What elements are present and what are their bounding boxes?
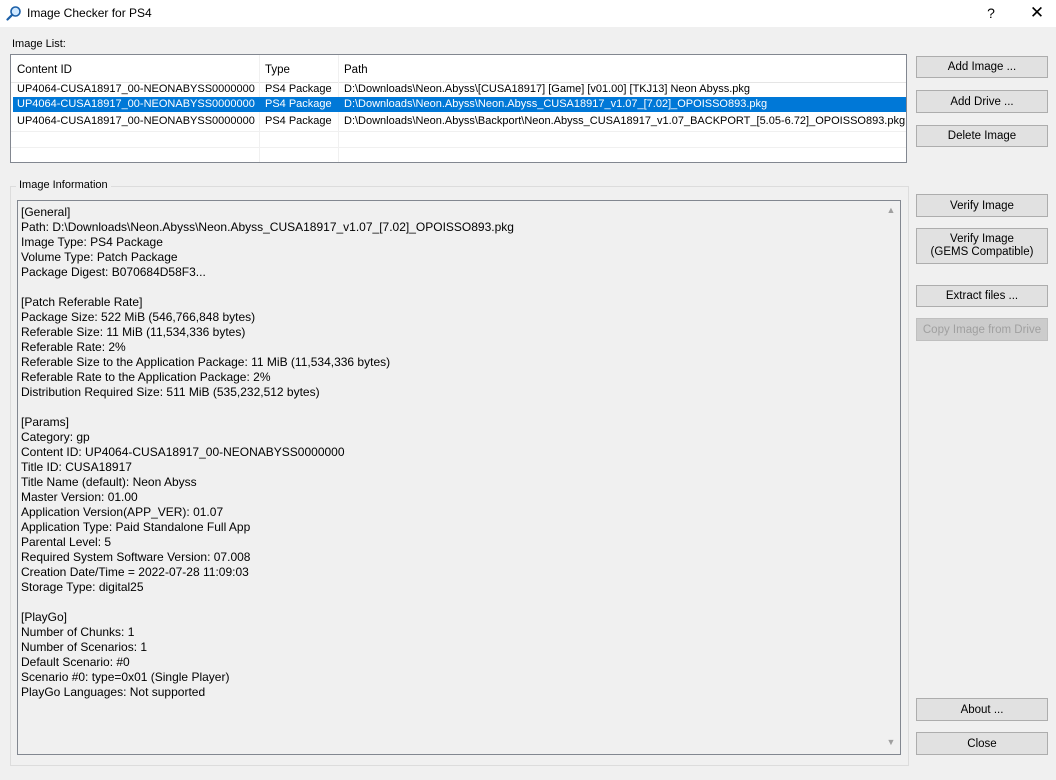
cell-path: D:\Downloads\Neon.Abyss\Neon.Abyss_CUSA1… (344, 98, 768, 110)
image-list[interactable]: Content ID Type Path UP4064-CUSA18917_00… (10, 54, 907, 163)
row-divider (11, 131, 906, 132)
close-button[interactable]: Close (916, 732, 1048, 755)
verify-gems-line1: Verify Image (950, 233, 1014, 245)
delete-image-button[interactable]: Delete Image (916, 125, 1048, 147)
add-drive-button[interactable]: Add Drive ... (916, 90, 1048, 113)
cell-type: PS4 Package (265, 98, 332, 110)
column-header-path[interactable]: Path (344, 64, 368, 76)
row-divider (11, 147, 906, 148)
table-row[interactable]: UP4064-CUSA18917_00-NEONABYSS0000000 PS4… (13, 82, 906, 97)
cell-content-id: UP4064-CUSA18917_00-NEONABYSS0000000 (17, 98, 255, 110)
image-information-text: [General] Path: D:\Downloads\Neon.Abyss\… (21, 205, 514, 699)
extract-files-button[interactable]: Extract files ... (916, 285, 1048, 307)
cell-path: D:\Downloads\Neon.Abyss\[CUSA18917] [Gam… (344, 83, 750, 95)
about-button[interactable]: About ... (916, 698, 1048, 721)
cell-path: D:\Downloads\Neon.Abyss\Backport\Neon.Ab… (344, 115, 906, 127)
cell-content-id: UP4064-CUSA18917_00-NEONABYSS0000000 (17, 115, 255, 127)
column-header-type[interactable]: Type (265, 64, 290, 76)
add-image-button[interactable]: Add Image ... (916, 56, 1048, 78)
window-title: Image Checker for PS4 (27, 6, 152, 20)
table-row[interactable]: UP4064-CUSA18917_00-NEONABYSS0000000 PS4… (13, 114, 906, 129)
help-button[interactable]: ? (968, 0, 1014, 27)
image-information-label: Image Information (16, 179, 111, 191)
title-bar: Image Checker for PS4 ? ✕ (0, 0, 1056, 27)
list-header: Content ID Type Path (11, 58, 906, 83)
close-window-button[interactable]: ✕ (1014, 0, 1056, 27)
cell-type: PS4 Package (265, 115, 332, 127)
column-header-content-id[interactable]: Content ID (17, 64, 72, 76)
verify-image-gems-button[interactable]: Verify Image (GEMS Compatible) (916, 228, 1048, 264)
image-information-textbox[interactable]: [General] Path: D:\Downloads\Neon.Abyss\… (17, 200, 901, 755)
cell-type: PS4 Package (265, 83, 332, 95)
image-list-label: Image List: (12, 38, 66, 50)
magnifier-icon (6, 6, 21, 21)
scroll-down-arrow-icon[interactable]: ▼ (884, 737, 898, 749)
scroll-up-arrow-icon[interactable]: ▲ (884, 205, 898, 217)
verify-image-button[interactable]: Verify Image (916, 194, 1048, 217)
copy-image-from-drive-button[interactable]: Copy Image from Drive (916, 318, 1048, 341)
cell-content-id: UP4064-CUSA18917_00-NEONABYSS0000000 (17, 83, 255, 95)
verify-gems-line2: (GEMS Compatible) (930, 246, 1034, 258)
table-row-selected[interactable]: UP4064-CUSA18917_00-NEONABYSS0000000 PS4… (13, 97, 906, 112)
